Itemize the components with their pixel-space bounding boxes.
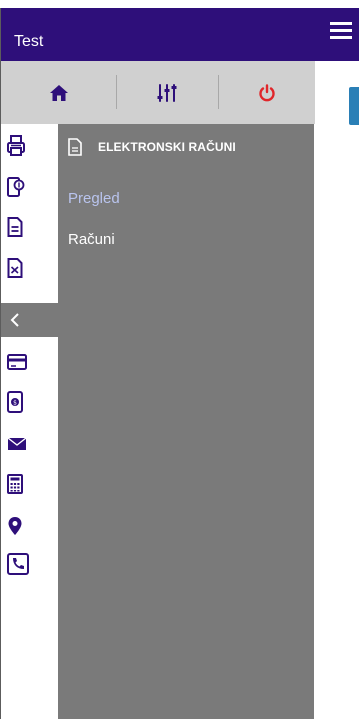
document-icon	[7, 217, 23, 237]
collapse-rail-button[interactable]	[1, 303, 58, 337]
app-title: Test	[14, 33, 44, 50]
rail-item-print[interactable]	[1, 126, 58, 166]
screen: Test $ ELEKTRONSKI RAČUNI Pregled Računi	[0, 0, 359, 719]
document-outline-icon	[68, 138, 82, 156]
mobile-money-icon: $	[7, 391, 23, 413]
settings-button[interactable]	[116, 61, 218, 124]
rail-item-document-exchange[interactable]	[1, 248, 58, 288]
drawer-toolbar	[1, 61, 315, 124]
rail-item-locations[interactable]	[1, 506, 58, 546]
rail-item-messages[interactable]	[1, 424, 58, 464]
phone-icon	[7, 553, 29, 575]
mobile-payment-icon	[7, 177, 25, 197]
chevron-left-icon	[10, 313, 19, 327]
svg-text:$: $	[13, 400, 17, 407]
navigation-drawer: Test $ ELEKTRONSKI RAČUNI Pregled Računi	[0, 8, 315, 719]
menu-section-header: ELEKTRONSKI RAČUNI	[68, 134, 236, 160]
credit-card-icon	[7, 354, 27, 370]
hamburger-menu-icon[interactable]	[330, 22, 352, 40]
home-button[interactable]	[1, 61, 116, 124]
envelope-icon	[7, 437, 27, 450]
menu-item-pregled[interactable]: Pregled	[68, 190, 120, 207]
printer-icon	[7, 135, 25, 156]
logout-button[interactable]	[218, 61, 315, 124]
rail-item-cards[interactable]	[1, 342, 58, 382]
main-content	[314, 61, 359, 719]
icon-rail: $	[1, 124, 58, 719]
document-exchange-icon	[7, 258, 23, 278]
calculator-icon	[7, 474, 23, 494]
menu-item-racuni[interactable]: Računi	[68, 231, 115, 248]
menu-section-title: ELEKTRONSKI RAČUNI	[98, 140, 236, 154]
main-content-card[interactable]	[349, 87, 359, 125]
power-icon	[258, 83, 275, 101]
drawer-header: Test	[1, 8, 315, 61]
rail-item-mobile-money[interactable]: $	[1, 382, 58, 422]
home-icon	[49, 84, 68, 101]
rail-item-calculator[interactable]	[1, 464, 58, 504]
rail-item-contact[interactable]	[1, 544, 58, 584]
location-pin-icon	[8, 517, 22, 535]
rail-item-mobile-payment[interactable]	[1, 167, 58, 207]
sliders-icon	[157, 83, 177, 102]
rail-item-documents[interactable]	[1, 207, 58, 247]
